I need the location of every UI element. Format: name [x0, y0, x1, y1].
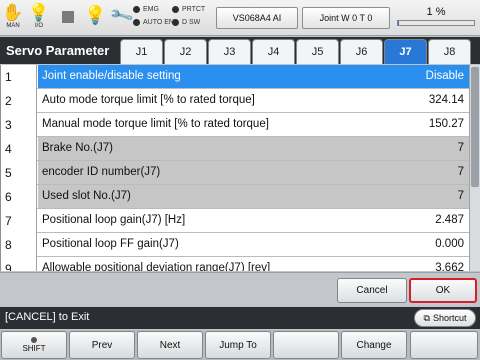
ok-button[interactable]: OK	[409, 278, 477, 303]
table-scrollbar[interactable]	[469, 65, 480, 271]
tab-j7[interactable]: J7	[384, 39, 427, 64]
row-index: 4	[1, 137, 37, 161]
manual-mode-label: MAN	[6, 23, 20, 29]
row-value: 7	[457, 166, 464, 178]
row-value: 3.662	[435, 262, 464, 271]
table-row[interactable]: 9 Allowable positional deviation range(J…	[1, 257, 469, 271]
row-index: 1	[1, 65, 37, 89]
row-label: Manual mode torque limit [% to rated tor…	[42, 118, 269, 130]
row-label: Positional loop gain(J7) [Hz]	[42, 214, 186, 226]
table-row[interactable]: 5 encoder ID number(J7) 7	[1, 161, 469, 185]
shift-label: SHIFT	[22, 344, 46, 353]
row-index: 5	[1, 161, 37, 185]
status-line: [CANCEL] to Exit ⧉ Shortcut	[0, 307, 480, 329]
row-index: 3	[1, 113, 37, 137]
cancel-button[interactable]: Cancel	[337, 278, 407, 303]
jump-to-button[interactable]: Jump To	[205, 331, 271, 359]
parameter-table: 1 Joint enable/disable setting Disable 2…	[0, 65, 469, 271]
row-value: 2.487	[435, 214, 464, 226]
prtct-indicator: PRTCT	[172, 6, 205, 13]
row-value: 0.000	[435, 238, 464, 250]
shortcut-label: Shortcut	[432, 313, 467, 323]
shift-indicator-icon	[31, 337, 37, 343]
top-status-bar: ✋ MAN 💡 I/O 💡 🔧 EMG PRTCT AUTO EN D SW VS0…	[0, 0, 480, 36]
speed-bar	[397, 20, 475, 26]
speed-percent: 1 %	[426, 6, 446, 18]
action-bar: Cancel OK	[0, 272, 480, 306]
scrollbar-thumb[interactable]	[471, 67, 479, 187]
robot-model-button[interactable]: VS068A4 AI	[216, 7, 298, 29]
row-value: 150.27	[428, 118, 464, 130]
shift-key[interactable]: SHIFT	[1, 331, 67, 359]
emg-label: EMG	[143, 6, 159, 13]
manual-mode-icon[interactable]: ✋ MAN	[2, 3, 24, 30]
row-index: 7	[1, 209, 37, 233]
shortcut-button[interactable]: ⧉ Shortcut	[414, 309, 476, 327]
row-value: 7	[457, 190, 464, 202]
row-label: Positional loop FF gain(J7)	[42, 238, 179, 250]
auto-en-indicator: AUTO EN	[133, 19, 174, 26]
prev-button[interactable]: Prev	[69, 331, 135, 359]
function-key-6[interactable]	[410, 331, 478, 359]
table-row[interactable]: 3 Manual mode torque limit [% to rated t…	[1, 113, 469, 137]
change-button[interactable]: Change	[341, 331, 407, 359]
tab-j8[interactable]: J8	[428, 39, 471, 64]
status-message: [CANCEL] to Exit	[5, 311, 90, 323]
row-index: 9	[1, 257, 37, 271]
prtct-label: PRTCT	[182, 6, 206, 13]
dsw-indicator: D SW	[172, 19, 200, 26]
row-label: encoder ID number(J7)	[42, 166, 161, 178]
row-index: 8	[1, 233, 37, 257]
title-bar: Servo Parameter J1 J2 J3 J4 J5 J6 J7 J8	[0, 37, 480, 64]
next-button[interactable]: Next	[137, 331, 203, 359]
speed-indicator[interactable]: 1 %	[396, 4, 476, 28]
wrench-icon: 🔧	[109, 4, 136, 29]
tab-j4[interactable]: J4	[252, 39, 295, 64]
tab-j5[interactable]: J5	[296, 39, 339, 64]
row-value: 324.14	[428, 94, 464, 106]
tab-j6[interactable]: J6	[340, 39, 383, 64]
table-row[interactable]: 2 Auto mode torque limit [% to rated tor…	[1, 89, 469, 113]
emg-indicator: EMG	[133, 6, 159, 13]
table-row[interactable]: 7 Positional loop gain(J7) [Hz] 2.487	[1, 209, 469, 233]
row-value: Disable	[425, 70, 464, 82]
tab-j2[interactable]: J2	[164, 39, 207, 64]
io-icon[interactable]: 💡 I/O	[28, 3, 50, 30]
row-value: 7	[457, 142, 464, 154]
shortcut-icon: ⧉	[423, 312, 430, 323]
function-key-4[interactable]	[273, 331, 339, 359]
row-label: Used slot No.(J7)	[42, 190, 131, 202]
stop-icon	[62, 11, 74, 23]
page-title: Servo Parameter	[6, 43, 110, 58]
joint-mode-button[interactable]: Joint W 0 T 0	[302, 7, 390, 29]
auto-en-label: AUTO EN	[143, 19, 174, 26]
row-label: Brake No.(J7)	[42, 142, 113, 154]
table-row[interactable]: 8 Positional loop FF gain(J7) 0.000	[1, 233, 469, 257]
row-label: Auto mode torque limit [% to rated torqu…	[42, 94, 255, 106]
lamp-icon: 💡	[84, 5, 107, 25]
tab-j1[interactable]: J1	[120, 39, 163, 64]
speed-bar-fill	[398, 21, 399, 25]
table-row[interactable]: 6 Used slot No.(J7) 7	[1, 185, 469, 209]
row-label: Joint enable/disable setting	[42, 70, 181, 82]
function-key-bar: SHIFT Prev Next Jump To Change	[0, 330, 480, 360]
io-label: I/O	[34, 23, 43, 29]
table-row[interactable]: 4 Brake No.(J7) 7	[1, 137, 469, 161]
tab-j3[interactable]: J3	[208, 39, 251, 64]
row-index: 6	[1, 185, 37, 209]
row-index: 2	[1, 89, 37, 113]
table-row[interactable]: 1 Joint enable/disable setting Disable	[1, 65, 469, 89]
row-label: Allowable positional deviation range(J7)…	[42, 262, 271, 271]
dsw-label: D SW	[182, 19, 201, 26]
